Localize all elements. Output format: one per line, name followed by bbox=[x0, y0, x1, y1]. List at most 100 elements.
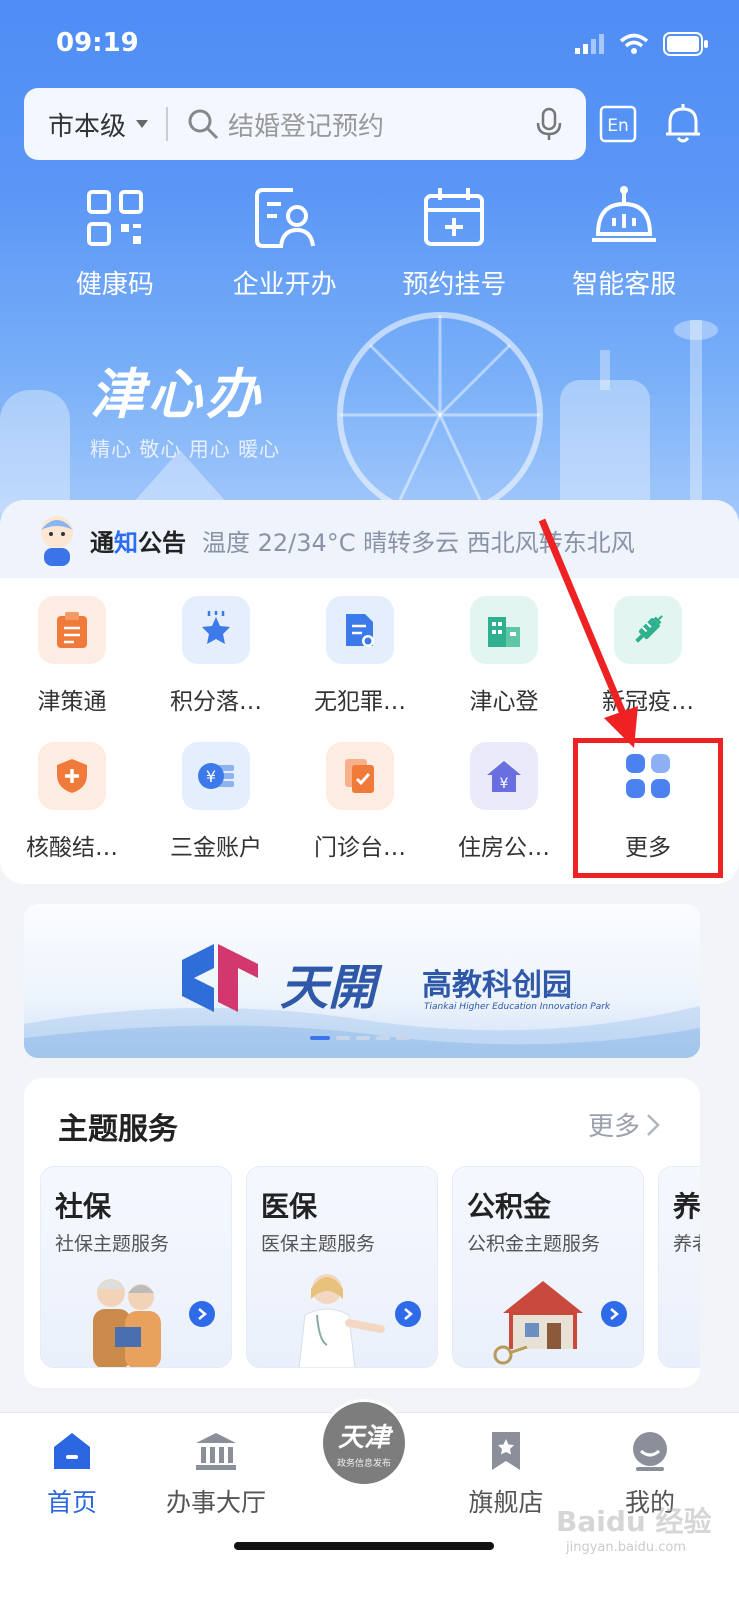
quick-actions: 健康码 企业开办 预约挂号 智能客服 bbox=[0, 182, 739, 301]
arrow-right-circle-icon[interactable] bbox=[395, 1301, 421, 1327]
promo-banner[interactable]: 天開 高教科创园 Tiankai Higher Education Innova… bbox=[24, 904, 700, 1058]
search-input[interactable]: 结婚登记预约 bbox=[228, 106, 532, 143]
red-annotation-arrow bbox=[538, 518, 638, 748]
watermark-url: jingyan.baidu.com bbox=[566, 1540, 686, 1555]
quick-action-label: 企业开办 bbox=[232, 270, 337, 300]
service-label: 住房公… bbox=[458, 835, 550, 861]
service-label: 三金账户 bbox=[170, 835, 262, 861]
theme-more-link[interactable]: 更多 bbox=[588, 1106, 660, 1143]
microphone-icon[interactable] bbox=[532, 107, 566, 141]
banner-title-en: Tiankai Higher Education Innovation Park bbox=[424, 1002, 611, 1012]
quick-action-label: 健康码 bbox=[75, 270, 154, 300]
tianjin-emblem-button[interactable]: 天津 政务信息发布 bbox=[320, 1399, 408, 1487]
service-label: 津策通 bbox=[37, 689, 107, 715]
service-jin-ce-tong[interactable]: 津策通 bbox=[0, 596, 144, 716]
emblem-subtitle: 政务信息发布 bbox=[336, 1459, 391, 1469]
theme-card-title: 医保 bbox=[261, 1190, 318, 1223]
quick-action-appointment[interactable]: 预约挂号 bbox=[384, 182, 524, 301]
tiankai-logo-icon bbox=[182, 944, 258, 1012]
banner-title-cn: 天開 bbox=[280, 960, 377, 1016]
quick-action-health-code[interactable]: 健康码 bbox=[45, 182, 185, 301]
status-bar: 09:19 bbox=[0, 0, 739, 90]
brand-logo: 津心办 精心 敬心 用心 暖心 bbox=[90, 350, 280, 462]
theme-card-subtitle: 公积金主题服务 bbox=[467, 1233, 601, 1255]
theme-card-title: 公积金 bbox=[467, 1190, 552, 1223]
caret-down-icon bbox=[136, 120, 149, 128]
bell-icon[interactable] bbox=[660, 100, 706, 146]
svg-text:¥: ¥ bbox=[500, 776, 509, 792]
home-indicator[interactable] bbox=[234, 1542, 494, 1550]
service-three-funds-account[interactable]: ¥ 三金账户 bbox=[144, 742, 288, 862]
quick-action-label: 智能客服 bbox=[572, 270, 677, 300]
business-registration-icon bbox=[254, 188, 315, 248]
arrow-right-circle-icon[interactable] bbox=[189, 1301, 215, 1327]
watermark: Baidu 经验 bbox=[556, 1505, 712, 1538]
quick-action-business-registration[interactable]: 企业开办 bbox=[215, 182, 355, 301]
pagination-dot bbox=[376, 1036, 390, 1040]
service-label: 核酸结… bbox=[26, 835, 118, 861]
star-icon bbox=[182, 596, 250, 664]
hero-header: 09:19 市本级 结婚登记预约 En 健康码 企业开办 预约挂号 智能客服 津… bbox=[0, 0, 739, 540]
search-row: 市本级 结婚登记预约 En bbox=[24, 88, 724, 160]
search-bar[interactable]: 市本级 结婚登记预约 bbox=[24, 88, 586, 160]
chevron-right-icon bbox=[647, 1113, 660, 1136]
banner-pagination bbox=[310, 1036, 410, 1040]
arrow-right-circle-icon[interactable] bbox=[601, 1301, 627, 1327]
service-outpatient-ledger[interactable]: 门诊台… bbox=[288, 742, 432, 862]
yen-coin-icon: ¥ bbox=[182, 742, 250, 810]
status-time: 09:19 bbox=[56, 28, 139, 58]
qr-code-icon bbox=[86, 190, 143, 246]
service-label: 门诊台… bbox=[314, 835, 406, 861]
shield-plus-icon bbox=[38, 742, 106, 810]
tab-label: 旗舰店 bbox=[468, 1488, 544, 1517]
search-divider bbox=[166, 107, 169, 141]
brand-title: 津心办 bbox=[90, 362, 264, 426]
emblem-title: 天津 bbox=[337, 1423, 390, 1453]
theme-card-medical-insurance[interactable]: 医保 医保主题服务 bbox=[246, 1166, 438, 1368]
service-points-settlement[interactable]: 积分落… bbox=[144, 596, 288, 716]
quick-action-label: 预约挂号 bbox=[402, 270, 507, 300]
quick-action-customer-service[interactable]: 智能客服 bbox=[554, 182, 694, 301]
theme-card-subtitle: 养老 bbox=[673, 1233, 700, 1255]
red-highlight-box bbox=[573, 738, 723, 878]
theme-card-subtitle: 医保主题服务 bbox=[261, 1233, 376, 1255]
service-no-criminal-record[interactable]: 无犯罪… bbox=[288, 596, 432, 716]
notice-title: 通知公告 bbox=[90, 528, 186, 557]
doctor-illustration bbox=[298, 1274, 385, 1367]
service-label: 积分落… bbox=[170, 689, 262, 715]
theme-services-section: 主题服务 更多 社保 社保主题服务 医保 医保主题服务 公积金 公积金主题服务 … bbox=[24, 1078, 700, 1388]
theme-card-housing-fund[interactable]: 公积金 公积金主题服务 bbox=[452, 1166, 644, 1368]
pagination-dot bbox=[356, 1036, 370, 1040]
theme-card-pension[interactable]: 养 养老 bbox=[658, 1166, 700, 1368]
theme-card-subtitle: 社保主题服务 bbox=[55, 1233, 170, 1255]
signal-icon bbox=[575, 34, 604, 54]
tab-flagship-store[interactable]: 旗舰店 bbox=[446, 1429, 566, 1519]
calendar-plus-icon bbox=[424, 188, 485, 246]
service-housing-fund[interactable]: ¥ 住房公… bbox=[432, 742, 576, 862]
wifi-icon bbox=[619, 33, 649, 54]
section-title: 主题服务 bbox=[58, 1112, 178, 1147]
service-nucleic-acid-result[interactable]: 核酸结… bbox=[0, 742, 144, 862]
medical-record-icon bbox=[326, 742, 394, 810]
svg-text:¥: ¥ bbox=[206, 767, 216, 786]
theme-card-list: 社保 社保主题服务 医保 医保主题服务 公积金 公积金主题服务 养 养 bbox=[40, 1166, 700, 1368]
tab-service-hall[interactable]: 办事大厅 bbox=[156, 1429, 276, 1519]
tab-label: 办事大厅 bbox=[165, 1488, 266, 1517]
region-selector[interactable]: 市本级 bbox=[48, 106, 126, 143]
svg-text:En: En bbox=[607, 116, 629, 136]
theme-card-social-security[interactable]: 社保 社保主题服务 bbox=[40, 1166, 232, 1368]
home-icon bbox=[54, 1433, 90, 1469]
service-label: 无犯罪… bbox=[314, 689, 406, 715]
tab-home[interactable]: 首页 bbox=[12, 1429, 132, 1519]
tab-label: 首页 bbox=[46, 1488, 97, 1517]
battery-icon bbox=[663, 32, 708, 56]
pagination-dot bbox=[310, 1036, 330, 1040]
robot-icon bbox=[592, 186, 657, 242]
pagination-dot bbox=[336, 1036, 350, 1040]
brand-slogan: 精心 敬心 用心 暖心 bbox=[90, 437, 281, 461]
theme-card-title: 养 bbox=[673, 1190, 700, 1223]
government-building-icon bbox=[196, 1433, 236, 1470]
pagination-dot bbox=[396, 1036, 410, 1040]
certificate-doc-icon bbox=[326, 596, 394, 664]
language-toggle-button[interactable]: En bbox=[598, 104, 638, 144]
